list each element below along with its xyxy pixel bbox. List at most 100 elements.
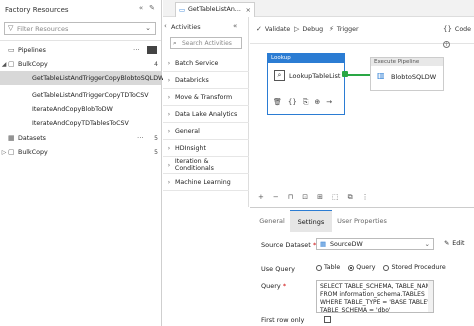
first-row-only-checkbox[interactable] [324,316,331,323]
tab-user-properties[interactable]: User Properties [336,210,388,232]
tab-general[interactable]: General [254,210,290,232]
folder-count: 4 [154,60,158,68]
more-icon[interactable]: ··· [133,46,147,54]
tab-settings[interactable]: Settings [290,210,332,232]
tree-folder-bulkcopy[interactable]: ◢ ▢ BulkCopy 4 [0,57,161,71]
tab-pipeline[interactable]: ▭ GetTableListAn... × [175,2,255,17]
folder-icon: ▢ [8,60,15,68]
trigger-button[interactable]: ⚡ Trigger [329,25,359,33]
folder-count: 5 [154,148,158,156]
tree-datasets[interactable]: ▦ Datasets ··· 5 [0,131,161,145]
filter-placeholder: Filter Resources [17,25,69,33]
copy-icon[interactable]: ⎘ [303,98,309,107]
success-connector [346,74,370,76]
code-icon[interactable]: {} [288,98,297,107]
category-label: HDInsight [175,144,206,152]
pipeline-name: GetTableListAndTriggerCopyBlobtoSQLDW [32,74,165,82]
fit-icon[interactable]: ⊡ [302,193,308,202]
panel-header-icons: « ✎ [139,4,155,12]
radio-label: Query [356,264,376,271]
pin-icon[interactable]: ✎ [149,4,155,12]
activity-category[interactable]: › Batch Service [163,55,249,72]
category-label: Data Lake Analytics [175,110,238,118]
pipeline-name: GetTableListAndTriggerCopyTDToCSV [32,91,149,99]
success-output-handle[interactable] [342,71,348,77]
add-output-icon[interactable]: ⊕ [314,98,320,107]
debug-label: Debug [302,25,324,33]
activity-category[interactable]: › Data Lake Analytics [163,106,249,123]
source-dataset-text: Source Dataset [261,241,311,249]
radio-table[interactable]: Table [316,264,340,271]
trigger-label: Trigger [336,25,359,33]
trigger-icon: ⚡ [329,25,334,33]
edit-button[interactable]: ✎ Edit [444,240,464,247]
folder-label: BulkCopy [18,148,48,156]
source-dataset-value: SourceDW [330,241,363,248]
radio-stored-procedure[interactable]: Stored Procedure [383,264,446,271]
delete-icon[interactable]: 🗑 [273,98,282,107]
activity-name: LookupTableList [289,72,341,80]
dataset-icon: ▦ [8,134,15,142]
debug-icon: ▷ [294,25,300,33]
more-icon[interactable]: ··· [137,134,151,142]
tree-folder-bulkcopy-datasets[interactable]: ▷ ▢ BulkCopy 5 [0,145,161,159]
tree-item-pipeline[interactable]: GetTableListAndTriggerCopyTDToCSV [0,88,161,102]
caret-right-icon: › [167,144,171,152]
add-icon[interactable]: + [443,41,450,48]
tree-item-pipeline[interactable]: IterateAndCopyBlobToDW [0,102,161,116]
debug-button[interactable]: ▷ Debug [294,25,323,33]
tree-pipelines[interactable]: ▭ Pipelines ··· 4 [0,43,161,57]
execute-pipeline-icon: ▥ [377,71,385,80]
zoom-100-icon[interactable]: ⊞ [317,193,323,202]
filter-resources-input[interactable]: ▽ Filter Resources ⌄ [4,22,156,35]
filter-icon: ▽ [8,24,14,32]
pipeline-icon: ▭ [179,6,186,14]
divider [250,43,474,44]
search-activities-input[interactable]: ⌕ Search Activities [170,37,242,49]
execute-pipeline-activity[interactable]: Execute Pipeline ▥ BlobtoSQLDW [370,57,444,91]
arrow-right-icon[interactable]: → [326,98,332,107]
lookup-activity[interactable]: Lookup ⌕ LookupTableList 🗑 {} ⎘ ⊕ → [267,53,345,115]
category-label: Batch Service [175,59,219,67]
lock-icon[interactable]: ⊓ [288,193,293,202]
activity-category[interactable]: › Machine Learning [163,174,249,191]
caret-right-icon[interactable]: ▷ [0,149,8,156]
auto-layout-icon[interactable]: ⧉ [348,193,353,202]
caret-right-icon: › [167,110,171,118]
query-textarea[interactable]: SELECT TABLE_SCHEMA, TABLE_NAME FROM inf… [316,280,434,313]
caret-right-icon: › [167,178,171,186]
zoom-in-icon[interactable]: + [258,193,264,202]
radio-query[interactable]: Query [348,264,375,271]
collapse-icon[interactable]: « [139,4,143,12]
activity-category[interactable]: › Iteration & Conditionals [163,157,249,174]
pipeline-canvas[interactable]: ✓ Validate ▷ Debug ⚡ Trigger {} Code + L… [250,17,474,207]
zoom-out-icon[interactable]: − [273,193,279,202]
activity-category[interactable]: › HDInsight [163,140,249,157]
caret-down-icon[interactable]: ◢ [0,61,8,68]
select-icon[interactable]: ⬚ [332,193,339,202]
tree-item-pipeline[interactable]: IterateAndCopyTDTablesToCSV [0,116,161,130]
collapse-icon[interactable]: ‹ [164,22,167,30]
activity-category[interactable]: › General [163,123,249,140]
validate-button[interactable]: ✓ Validate [256,25,290,33]
chevron-down-icon[interactable]: ⌄ [145,24,151,32]
source-dataset-select[interactable]: ▦ SourceDW ⌄ [316,238,434,250]
datasets-count: 5 [154,134,158,142]
activity-category[interactable]: › Move & Transform [163,89,249,106]
code-label: Code [454,25,472,33]
folder-label: BulkCopy [18,60,48,68]
close-icon[interactable]: × [246,6,251,14]
activity-category[interactable]: › Databricks [163,72,249,89]
chevron-left-icon[interactable]: « [233,22,237,30]
activities-panel: ‹ Activities « ⌕ Search Activities › Batc… [163,17,249,207]
use-query-label: Use Query [261,265,295,273]
divider [0,40,161,41]
arrange-icon[interactable]: ⋮ [362,193,369,202]
query-scrollbar[interactable] [428,281,433,312]
panel-title: Factory Resources [5,6,69,14]
code-button[interactable]: {} Code [443,25,471,33]
caret-right-icon: › [167,127,171,135]
activity-tools: 🗑 {} ⎘ ⊕ → [273,98,332,107]
pipelines-label: Pipelines [18,46,46,54]
tree-item-pipeline[interactable]: GetTableListAndTriggerCopyBlobtoSQLDW [0,71,165,85]
